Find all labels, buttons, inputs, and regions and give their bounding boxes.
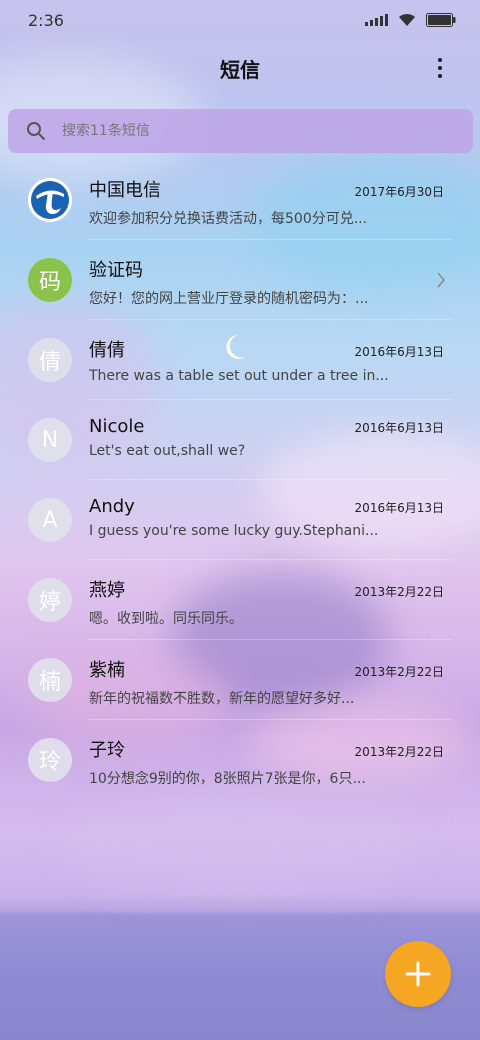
message-preview: Let's eat out,shall we?	[89, 443, 246, 459]
conversation-row[interactable]: 玲 子玲 2013年2月22日 10分想念9别的你，8张照片7张是你，6只...	[0, 720, 480, 800]
avatar: 倩	[28, 338, 72, 382]
avatar: 楠	[28, 658, 72, 702]
conversation-row[interactable]: 楠 紫楠 2013年2月22日 新年的祝福数不胜数，新年的愿望好多好...	[0, 640, 480, 720]
contact-name: Andy	[89, 496, 135, 517]
message-preview: 嗯。收到啦。同乐同乐。	[89, 611, 243, 627]
status-bar: 2:36	[0, 0, 480, 40]
conversation-list: 中国电信 2017年6月30日 欢迎参加积分兑换话费活动，每500分可兑... …	[0, 160, 480, 800]
plus-icon	[405, 961, 431, 987]
message-preview: 10分想念9别的你，8张照片7张是你，6只...	[89, 771, 366, 787]
contact-name: 紫楠	[89, 660, 125, 681]
conversation-row[interactable]: 婷 燕婷 2013年2月22日 嗯。收到啦。同乐同乐。	[0, 560, 480, 640]
avatar: N	[28, 418, 72, 462]
conversation-row[interactable]: N Nicole 2016年6月13日 Let's eat out,shall …	[0, 400, 480, 480]
avatar: 婷	[28, 578, 72, 622]
contact-name: 倩倩	[89, 340, 125, 361]
search-input[interactable]	[62, 123, 442, 139]
signal-icon	[365, 14, 388, 26]
new-message-button[interactable]	[385, 941, 451, 1007]
message-date: 2017年6月30日	[354, 185, 444, 199]
avatar: 码	[28, 258, 72, 302]
message-preview: I guess you're some lucky guy.Stephani..…	[89, 523, 379, 539]
contact-name: 子玲	[89, 740, 125, 761]
search-icon	[27, 122, 45, 140]
more-vertical-icon[interactable]	[428, 54, 452, 82]
conversation-row[interactable]: A Andy 2016年6月13日 I guess you're some lu…	[0, 480, 480, 560]
app-bar: 短信	[0, 44, 480, 92]
contact-name: 燕婷	[89, 580, 125, 601]
avatar: 玲	[28, 738, 72, 782]
conversation-row[interactable]: 码 验证码 您好！您的网上营业厅登录的随机密码为：...	[0, 240, 480, 320]
message-preview: 欢迎参加积分兑换话费活动，每500分可兑...	[89, 211, 368, 227]
contact-name: 验证码	[89, 260, 143, 281]
avatar: A	[28, 498, 72, 542]
china-telecom-logo	[28, 178, 72, 222]
message-date: 2016年6月13日	[354, 501, 444, 515]
message-date: 2016年6月13日	[354, 421, 444, 435]
conversation-row[interactable]: 倩 倩倩 2016年6月13日 There was a table set ou…	[0, 320, 480, 400]
message-date: 2016年6月13日	[354, 345, 444, 359]
search-bar[interactable]	[8, 109, 473, 153]
message-date: 2013年2月22日	[354, 665, 444, 679]
message-preview: 新年的祝福数不胜数，新年的愿望好多好...	[89, 691, 355, 707]
status-time: 2:36	[28, 10, 64, 30]
message-date: 2013年2月22日	[354, 585, 444, 599]
conversation-row[interactable]: 中国电信 2017年6月30日 欢迎参加积分兑换话费活动，每500分可兑...	[0, 160, 480, 240]
message-preview: There was a table set out under a tree i…	[89, 368, 389, 384]
contact-name: 中国电信	[89, 180, 161, 201]
battery-icon	[426, 13, 456, 27]
message-preview: 您好！您的网上营业厅登录的随机密码为：...	[89, 291, 369, 307]
page-title: 短信	[220, 57, 260, 82]
message-date: 2013年2月22日	[354, 745, 444, 759]
chevron-right-icon	[437, 272, 445, 288]
wifi-icon	[398, 13, 416, 27]
contact-name: Nicole	[89, 416, 145, 437]
